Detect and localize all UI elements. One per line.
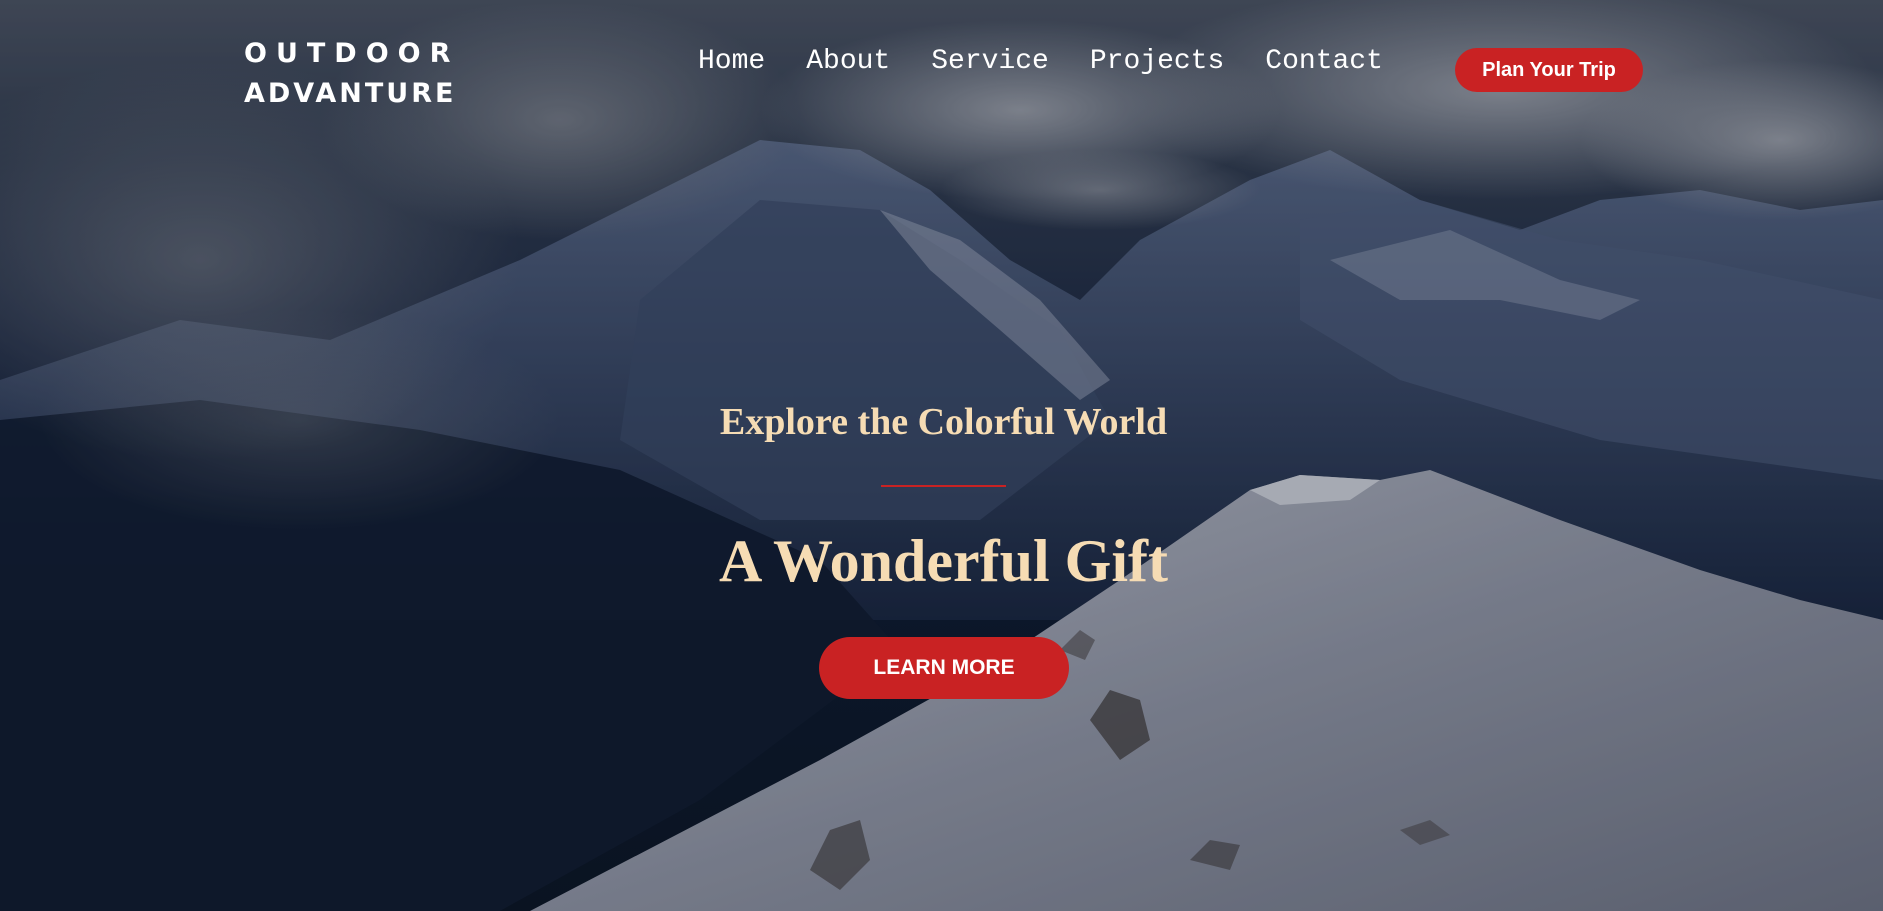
- hero-section: OUTDOOR ADVANTURE Home About Service Pro…: [0, 0, 1883, 911]
- hero-dark-overlay: [0, 0, 1883, 911]
- learn-more-button[interactable]: LEARN MORE: [819, 637, 1069, 699]
- nav-link-home[interactable]: Home: [698, 45, 765, 79]
- logo-line-1: OUTDOOR: [244, 38, 460, 69]
- main-navigation: Home About Service Projects Contact: [698, 45, 1424, 79]
- site-logo[interactable]: OUTDOOR ADVANTURE: [244, 34, 459, 114]
- nav-link-about[interactable]: About: [806, 45, 890, 79]
- logo-line-2: ADVANTURE: [244, 78, 457, 109]
- hero-subtitle: Explore the Colorful World: [719, 401, 1168, 443]
- hero-divider: [881, 485, 1006, 487]
- hero-headline: A Wonderful Gift: [719, 528, 1168, 594]
- nav-link-service[interactable]: Service: [931, 45, 1049, 79]
- plan-your-trip-button[interactable]: Plan Your Trip: [1455, 48, 1643, 92]
- nav-link-contact[interactable]: Contact: [1265, 45, 1383, 79]
- nav-link-projects[interactable]: Projects: [1090, 45, 1224, 79]
